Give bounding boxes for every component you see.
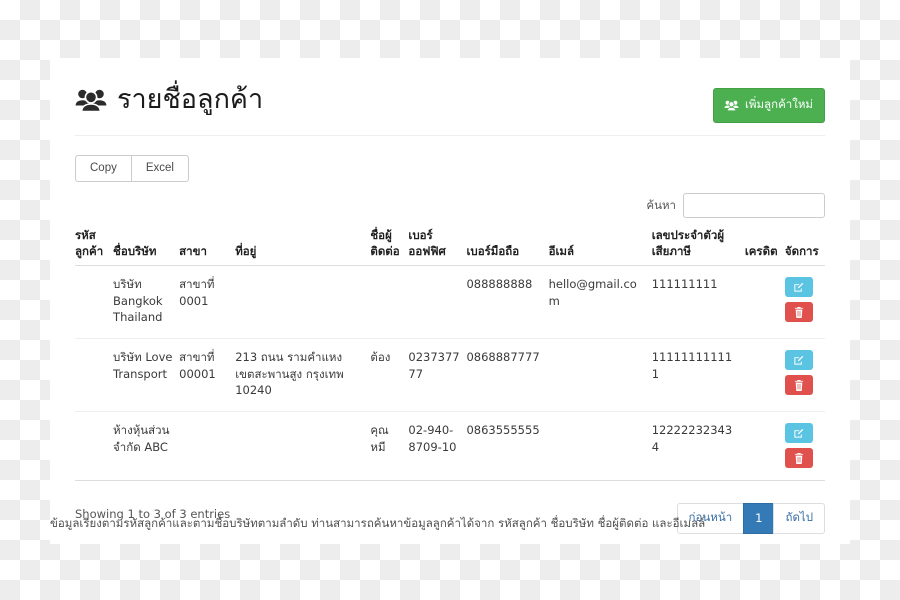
column-header-mobile[interactable]: เบอร์มือถือ: [466, 228, 549, 267]
users-icon: [75, 88, 107, 112]
cell-credit: [744, 411, 785, 482]
add-customer-button[interactable]: เพิ่มลูกค้าใหม่: [712, 88, 825, 123]
cell-branch: สาขาที่ 00001: [179, 338, 236, 413]
cell-address: [235, 265, 371, 340]
cell-email: [548, 338, 652, 413]
cell-mobile: 0868887777: [466, 338, 549, 413]
column-header-company[interactable]: ชื่อบริษัท: [113, 228, 180, 267]
search-input[interactable]: [683, 193, 825, 218]
search-row: ค้นหา: [75, 193, 825, 218]
table-header: รหัสลูกค้า ชื่อบริษัท สาขา ที่อยู่ ชื่อผ…: [75, 228, 825, 267]
delete-row-button[interactable]: [784, 302, 813, 323]
pencil-square-icon: [793, 428, 804, 439]
column-header-credit[interactable]: เครดิต: [744, 228, 785, 267]
cell-credit: [744, 338, 785, 413]
cell-tax: 111111111111: [651, 338, 745, 413]
cell-manage: [784, 338, 825, 413]
cell-email: hello@gmail.com: [548, 265, 652, 340]
cell-office: [408, 265, 467, 340]
table-row: บริษัท Bangkok Thailand สาขาที่ 0001 088…: [75, 265, 825, 340]
page-header: รายชื่อลูกค้า เพิ่มลูกค้าใหม่: [75, 84, 825, 136]
cell-branch: [179, 411, 236, 482]
column-header-email[interactable]: อีเมล์: [548, 228, 652, 267]
table-row: บริษัท Love Transport สาขาที่ 00001 213 …: [75, 338, 825, 413]
page-title: รายชื่อลูกค้า: [75, 84, 263, 115]
cell-mobile: 088888888: [466, 265, 549, 340]
delete-row-button[interactable]: [784, 375, 813, 396]
cell-contact: ต้อง: [370, 338, 409, 413]
cell-tax: 111111111: [651, 265, 745, 340]
table-header-row: รหัสลูกค้า ชื่อบริษัท สาขา ที่อยู่ ชื่อผ…: [75, 228, 825, 267]
add-customer-label: เพิ่มลูกค้าใหม่: [744, 99, 813, 111]
footer-note: ข้อมูลเรียงตามรหัสลูกค้าและตามชื่อบริษัท…: [50, 516, 706, 530]
cell-contact: คุณ หมี: [370, 411, 409, 482]
row-actions: [784, 276, 819, 323]
cell-tax: 122222323434: [651, 411, 745, 482]
column-header-address[interactable]: ที่อยู่: [235, 228, 371, 267]
cell-code: [75, 411, 114, 482]
edit-row-button[interactable]: [784, 277, 813, 298]
export-button-group: Copy Excel: [75, 155, 189, 182]
page-title-text: รายชื่อลูกค้า: [117, 84, 264, 115]
pencil-square-icon: [793, 282, 804, 293]
cell-email: [548, 411, 652, 482]
customer-list-card: รายชื่อลูกค้า เพิ่มลูกค้าใหม่ Copy Excel: [50, 58, 850, 544]
table-row: ห้างหุ้นส่วนจำกัด ABC คุณ หมี 02-940-870…: [75, 411, 825, 482]
cell-branch: สาขาที่ 0001: [179, 265, 236, 340]
cell-company: บริษัท Bangkok Thailand: [113, 265, 180, 340]
row-actions: [784, 422, 819, 469]
cell-company: บริษัท Love Transport: [113, 338, 180, 413]
edit-row-button[interactable]: [784, 350, 813, 371]
column-header-branch[interactable]: สาขา: [179, 228, 236, 267]
table-body: บริษัท Bangkok Thailand สาขาที่ 0001 088…: [75, 265, 825, 482]
edit-row-button[interactable]: [784, 423, 813, 444]
column-header-manage: จัดการ: [784, 228, 825, 267]
users-icon: [724, 100, 739, 111]
customer-table: รหัสลูกค้า ชื่อบริษัท สาขา ที่อยู่ ชื่อผ…: [75, 228, 825, 482]
cell-manage: [784, 265, 825, 340]
copy-button[interactable]: Copy: [75, 155, 132, 182]
column-header-contact[interactable]: ชื่อผู้ติดต่อ: [370, 228, 409, 267]
excel-button[interactable]: Excel: [130, 155, 189, 182]
search-label: ค้นหา: [646, 197, 676, 212]
cell-code: [75, 265, 114, 340]
trash-icon: [794, 379, 804, 391]
cell-address: [235, 411, 371, 482]
export-toolbar: Copy Excel: [75, 155, 825, 182]
row-actions: [784, 349, 819, 396]
delete-row-button[interactable]: [784, 448, 813, 469]
trash-icon: [794, 452, 804, 464]
column-header-office[interactable]: เบอร์ออฟฟิศ: [408, 228, 467, 267]
pencil-square-icon: [793, 355, 804, 366]
column-header-tax[interactable]: เลขประจำตัวผู้เสียภาษี: [651, 228, 745, 267]
cell-office: 023737777: [408, 338, 467, 413]
cell-credit: [744, 265, 785, 340]
cell-mobile: 0863555555: [466, 411, 549, 482]
cell-contact: [370, 265, 409, 340]
cell-company: ห้างหุ้นส่วนจำกัด ABC: [113, 411, 180, 482]
cell-manage: [784, 411, 825, 482]
trash-icon: [794, 306, 804, 318]
column-header-code[interactable]: รหัสลูกค้า: [75, 228, 114, 267]
cell-address: 213 ถนน รามคำแหง เขตสะพานสูง กรุงเทพ 102…: [235, 338, 371, 413]
cell-office: 02-940-8709-10: [408, 411, 467, 482]
cell-code: [75, 338, 114, 413]
